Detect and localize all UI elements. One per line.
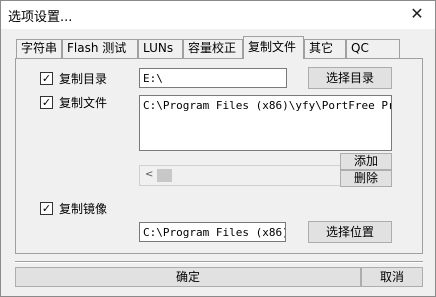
copy-image-path-field[interactable]: C:\Program Files (x86)\yfy\PortFree Prod…	[139, 222, 286, 242]
copy-dir-checkbox[interactable]: ✓	[40, 71, 53, 85]
tab-qc[interactable]: QC	[346, 39, 400, 58]
window-title: 选项设置...	[8, 10, 73, 25]
copy-files-label: 复制文件	[59, 95, 108, 110]
copy-dir-label: 复制目录	[59, 71, 108, 86]
list-item[interactable]: C:\Program Files (x86)\yfy\PortFree Prod…	[140, 96, 391, 115]
copy-image-checkbox[interactable]: ✓	[40, 201, 53, 215]
tab-flash-test[interactable]: Flash 测试	[62, 39, 138, 58]
options-dialog: 选项设置... ✕ 字符串 Flash 测试 LUNs 容量校正 复制文件 其它…	[0, 0, 436, 297]
scroll-left-icon[interactable]: <	[145, 169, 153, 180]
copy-image-option[interactable]: ✓ 复制镜像	[40, 200, 107, 216]
copy-files-list[interactable]: C:\Program Files (x86)\yfy\PortFree Prod…	[139, 95, 392, 151]
delete-button[interactable]: 删除	[340, 170, 392, 187]
add-button[interactable]: 添加	[340, 153, 392, 170]
ok-button[interactable]: 确定	[15, 267, 361, 287]
copy-dir-option[interactable]: ✓ 复制目录	[40, 70, 107, 86]
copy-dir-path-field[interactable]: E:\	[139, 68, 287, 88]
close-icon[interactable]: ✕	[405, 3, 429, 25]
tab-other[interactable]: 其它	[304, 39, 346, 58]
select-dir-button[interactable]: 选择目录	[308, 67, 392, 89]
copy-files-panel: ✓ 复制目录 E:\ 选择目录 ✓ 复制文件 C:\Program Files …	[15, 58, 423, 254]
select-location-button[interactable]: 选择位置	[308, 221, 392, 243]
copy-image-label: 复制镜像	[59, 201, 108, 216]
title-bar: 选项设置... ✕	[1, 1, 435, 29]
tab-strings[interactable]: 字符串	[16, 39, 62, 58]
tab-capacity-correction[interactable]: 容量校正	[183, 39, 243, 58]
copy-files-option[interactable]: ✓ 复制文件	[40, 94, 107, 110]
cancel-button[interactable]: 取消	[361, 267, 423, 287]
copy-files-checkbox[interactable]: ✓	[40, 95, 53, 109]
tab-luns[interactable]: LUNs	[138, 39, 183, 58]
footer-divider	[15, 261, 423, 263]
scrollbar-thumb[interactable]	[157, 169, 172, 182]
tab-copy-files[interactable]: 复制文件	[243, 36, 304, 59]
